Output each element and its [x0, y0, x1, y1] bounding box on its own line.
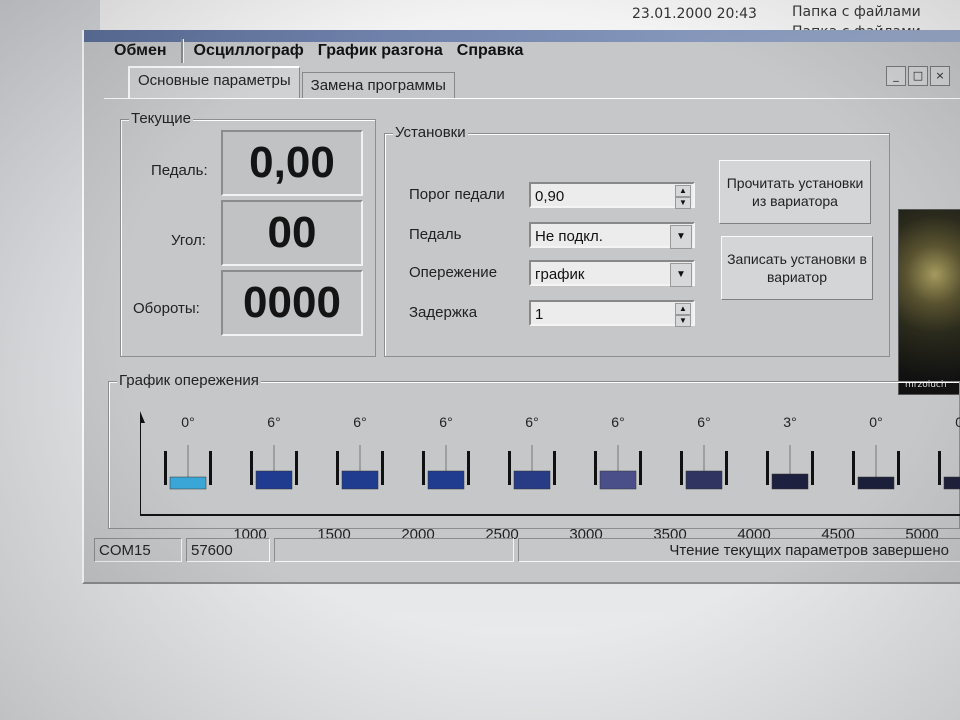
- current-group-title: Текущие: [129, 110, 193, 127]
- minimize-icon[interactable]: _: [886, 66, 906, 86]
- slider-left-stop: [852, 451, 855, 485]
- slider-value-label: 6°: [267, 414, 280, 430]
- settings-group-title: Установки: [393, 124, 468, 141]
- tab-main-parameters[interactable]: Основные параметры: [128, 66, 300, 98]
- chevron-down-icon[interactable]: ▼: [670, 263, 692, 287]
- current-group: Текущие Педаль: 0,00 Угол: 00 Обороты: 0…: [120, 110, 376, 357]
- status-port: COM15: [94, 538, 182, 562]
- advance-slider-thumb[interactable]: [513, 470, 551, 490]
- spin-up-icon[interactable]: ▲: [675, 185, 691, 197]
- menu-acceleration-graph[interactable]: График разгона: [318, 42, 443, 60]
- spin-up-icon[interactable]: ▲: [675, 303, 691, 315]
- advance-chart: 0°6°6°6°6°6°6°3°0°0° 1000150020002500300…: [140, 411, 960, 543]
- pedal-label: Педаль:: [151, 162, 208, 179]
- slider-value-label: 6°: [439, 414, 452, 430]
- advance-graph-title: График опережения: [117, 372, 261, 389]
- close-icon[interactable]: ×: [930, 66, 950, 86]
- slider-left-stop: [422, 451, 425, 485]
- slider-value-label: 6°: [353, 414, 366, 430]
- maximize-icon[interactable]: □: [908, 66, 928, 86]
- slider-right-stop: [381, 451, 384, 485]
- axis-arrow-icon: [140, 411, 145, 423]
- slider-right-stop: [553, 451, 556, 485]
- slider-right-stop: [639, 451, 642, 485]
- status-message: Чтение текущих параметров завершено: [518, 538, 960, 562]
- slider-value-label: 0°: [181, 414, 194, 430]
- slider-left-stop: [164, 451, 167, 485]
- slider-right-stop: [467, 451, 470, 485]
- advance-slider-thumb[interactable]: [169, 476, 207, 490]
- advance-select[interactable]: график ▼: [529, 260, 695, 287]
- pedal-mode-select[interactable]: Не подкл. ▼: [529, 222, 695, 249]
- advance-slider-thumb[interactable]: [685, 470, 723, 490]
- slider-value-label: 0°: [869, 414, 882, 430]
- pedal-threshold-spin-buttons[interactable]: ▲ ▼: [675, 185, 691, 209]
- advance-value: график: [535, 266, 585, 283]
- settings-group: Установки Порог педали 0,90 ▲ ▼ Педаль Не…: [384, 124, 890, 357]
- slider-right-stop: [725, 451, 728, 485]
- pedal-mode-label: Педаль: [409, 226, 462, 243]
- delay-spin-buttons[interactable]: ▲ ▼: [675, 303, 691, 327]
- advance-slider-thumb[interactable]: [599, 470, 637, 490]
- slider-value-label: 0°: [955, 414, 960, 430]
- angle-label: Угол:: [171, 232, 206, 249]
- spin-down-icon[interactable]: ▼: [675, 315, 691, 327]
- rpm-readout: 0000: [221, 270, 363, 336]
- tab-program-replace[interactable]: Замена программы: [301, 72, 455, 98]
- background-file-date: 23.01.2000 20:43: [632, 6, 757, 22]
- photo-image: mrzoluch: [898, 209, 960, 395]
- status-empty-panel: [274, 538, 514, 562]
- advance-slider-thumb[interactable]: [255, 470, 293, 490]
- slider-value-label: 6°: [697, 414, 710, 430]
- slider-left-stop: [508, 451, 511, 485]
- delay-spinner[interactable]: 1 ▲ ▼: [529, 300, 695, 327]
- delay-label: Задержка: [409, 304, 478, 321]
- pedal-threshold-label: Порог педали: [409, 186, 505, 203]
- slider-value-label: 6°: [525, 414, 538, 430]
- write-settings-button[interactable]: Записать установки в вариатор: [721, 236, 873, 300]
- menu-bar: Обмен Осциллограф График разгона Справка: [114, 36, 537, 66]
- pedal-threshold-spinner[interactable]: 0,90 ▲ ▼: [529, 182, 695, 209]
- slider-value-label: 6°: [611, 414, 624, 430]
- tab-strip: Основные параметры Замена программы: [128, 66, 457, 98]
- menu-separator: [180, 39, 184, 63]
- advance-slider-thumb[interactable]: [943, 476, 960, 490]
- slider-left-stop: [938, 451, 941, 485]
- advance-slider-thumb[interactable]: [341, 470, 379, 490]
- delay-value: 1: [535, 306, 544, 323]
- status-bar: COM15 57600 Чтение текущих параметров за…: [94, 538, 960, 566]
- status-baud: 57600: [186, 538, 270, 562]
- read-settings-button[interactable]: Прочитать установки из вариатора: [719, 160, 871, 224]
- slider-right-stop: [209, 451, 212, 485]
- slider-right-stop: [897, 451, 900, 485]
- advance-label: Опережение: [409, 264, 498, 281]
- slider-left-stop: [680, 451, 683, 485]
- slider-value-label: 3°: [783, 414, 796, 430]
- menu-oscilloscope[interactable]: Осциллограф: [194, 42, 304, 60]
- spin-down-icon[interactable]: ▼: [675, 197, 691, 209]
- slider-right-stop: [295, 451, 298, 485]
- app-window: Обмен Осциллограф График разгона Справка…: [82, 30, 960, 584]
- pedal-readout: 0,00: [221, 130, 363, 196]
- advance-slider-thumb[interactable]: [857, 476, 895, 490]
- menu-help[interactable]: Справка: [457, 42, 524, 60]
- pedal-mode-value: Не подкл.: [535, 228, 603, 245]
- chevron-down-icon[interactable]: ▼: [670, 225, 692, 249]
- angle-readout: 00: [221, 200, 363, 266]
- menu-exchange[interactable]: Обмен: [114, 42, 167, 60]
- slider-left-stop: [594, 451, 597, 485]
- pedal-threshold-value: 0,90: [535, 188, 565, 205]
- window-controls: _ □ ×: [886, 66, 950, 86]
- tab-panel-main: Текущие Педаль: 0,00 Угол: 00 Обороты: 0…: [104, 98, 960, 543]
- slider-left-stop: [336, 451, 339, 485]
- slider-left-stop: [250, 451, 253, 485]
- advance-slider-thumb[interactable]: [771, 473, 809, 490]
- background-file-item[interactable]: Папка с файлами: [792, 4, 921, 20]
- rpm-label: Обороты:: [133, 300, 200, 317]
- slider-right-stop: [811, 451, 814, 485]
- advance-slider-thumb[interactable]: [427, 470, 465, 490]
- slider-left-stop: [766, 451, 769, 485]
